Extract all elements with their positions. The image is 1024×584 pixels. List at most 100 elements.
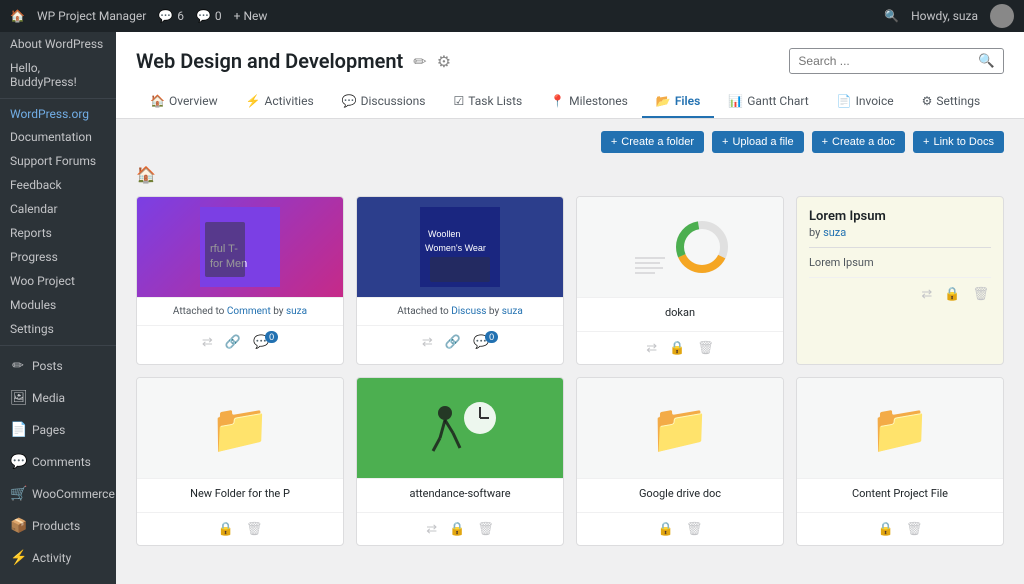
move-file-1[interactable]: ⇄	[200, 332, 215, 352]
lock-attendance[interactable]: 🔒	[447, 519, 467, 539]
user-greeting: Howdy, suza	[911, 9, 978, 23]
delete-file-3[interactable]: 🗑	[695, 338, 716, 358]
file-thumbnail-attendance	[357, 378, 563, 478]
delete-attendance[interactable]: 🗑	[475, 519, 496, 539]
comments-icon: 💬	[10, 454, 26, 470]
lorem-lock[interactable]: 🔒	[942, 284, 962, 304]
lock-content-project[interactable]: 🔒	[876, 519, 896, 539]
sidebar-emails[interactable]: ✉ Emails	[0, 574, 116, 584]
sidebar-modules[interactable]: Modules	[0, 293, 116, 317]
tab-milestones[interactable]: 📍 Milestones	[536, 86, 642, 118]
suza-link-1[interactable]: suza	[286, 306, 307, 317]
file-thumbnail-content-project: 📁	[797, 378, 1003, 478]
tab-overview[interactable]: 🏠 Overview	[136, 86, 232, 118]
products-icon: 📦	[10, 518, 26, 534]
upload-file-icon: +	[722, 136, 728, 148]
content-area: Web Design and Development ✏ ⚙ 🔍 🏠 Overv…	[116, 32, 1024, 584]
tab-task-lists[interactable]: ☑ Task Lists	[439, 86, 536, 118]
sidebar-progress[interactable]: Progress	[0, 245, 116, 269]
sidebar-calendar[interactable]: Calendar	[0, 197, 116, 221]
sidebar-reports[interactable]: Reports	[0, 221, 116, 245]
file-actions-new-folder: 🔒 🗑	[137, 512, 343, 545]
sidebar-activity[interactable]: ⚡ Activity	[0, 542, 116, 574]
search-input[interactable]	[790, 50, 970, 72]
comment-file-2[interactable]: 💬0	[471, 332, 500, 352]
edit-title-icon[interactable]: ✏	[413, 52, 426, 71]
discuss-link[interactable]: Discuss	[451, 306, 486, 317]
comment-count[interactable]: 💬 6	[158, 9, 184, 23]
search-icon[interactable]: 🔍	[884, 9, 899, 23]
sidebar-posts[interactable]: ✏ Posts	[0, 350, 116, 382]
sidebar-about-wordpress[interactable]: About WordPress	[0, 32, 116, 56]
tab-activities[interactable]: ⚡ Activities	[232, 86, 328, 118]
move-file-3[interactable]: ⇄	[644, 338, 659, 358]
project-header: Web Design and Development ✏ ⚙ 🔍 🏠 Overv…	[116, 32, 1024, 119]
admin-bar: 🏠 WP Project Manager 💬 6 💬 0 + New 🔍 How…	[0, 0, 1024, 32]
delete-folder-1[interactable]: 🗑	[244, 519, 265, 539]
lorem-actions: ⇄ 🔒 🗑	[809, 277, 991, 304]
file-grid-row1: rful T- for Men Attached to Comment by s…	[136, 196, 1004, 365]
tab-settings[interactable]: ⚙ Settings	[908, 86, 995, 118]
sidebar-wordpress-org[interactable]: WordPress.org	[0, 103, 116, 125]
sidebar-pages[interactable]: 📄 Pages	[0, 414, 116, 446]
sidebar-woocommerce[interactable]: 🛒 WooCommerce	[0, 478, 116, 510]
link-to-docs-button[interactable]: + Link to Docs	[913, 131, 1004, 153]
link-file-2[interactable]: 🔗	[443, 332, 463, 352]
lorem-delete[interactable]: 🗑	[970, 284, 991, 304]
move-attendance[interactable]: ⇄	[424, 519, 439, 539]
sidebar-comments[interactable]: 💬 Comments	[0, 446, 116, 478]
search-button[interactable]: 🔍	[970, 49, 1003, 73]
file-info-google-drive: Google drive doc	[577, 478, 783, 512]
comment-link[interactable]: Comment	[227, 306, 271, 317]
posts-icon: ✏	[10, 358, 26, 374]
comment-badge-2: 0	[485, 331, 498, 343]
move-file-2[interactable]: ⇄	[420, 332, 435, 352]
avatar[interactable]	[990, 4, 1014, 28]
file-thumbnail-womens: Woollen Women's Wear	[357, 197, 563, 297]
sidebar-documentation[interactable]: Documentation	[0, 125, 116, 149]
sidebar-settings[interactable]: Settings	[0, 317, 116, 341]
sidebar-hello-buddypress[interactable]: Hello, BuddyPress!	[0, 56, 116, 94]
sidebar-feedback[interactable]: Feedback	[0, 173, 116, 197]
lock-file-3[interactable]: 🔒	[667, 338, 687, 358]
comment-badge-1: 0	[265, 331, 278, 343]
suza-link-2[interactable]: suza	[502, 306, 523, 317]
activity-icon: ⚡	[10, 550, 26, 566]
lorem-user-link[interactable]: suza	[823, 226, 846, 239]
tab-discussions[interactable]: 💬 Discussions	[328, 86, 440, 118]
file-actions-attendance: ⇄ 🔒 🗑	[357, 512, 563, 545]
svg-text:Woollen: Woollen	[428, 229, 460, 239]
project-search[interactable]: 🔍	[789, 48, 1004, 74]
breadcrumb-home-icon[interactable]: 🏠	[136, 165, 156, 184]
project-settings-icon[interactable]: ⚙	[437, 52, 451, 71]
lorem-body: Lorem Ipsum	[809, 256, 991, 269]
upload-file-button[interactable]: + Upload a file	[712, 131, 804, 153]
delete-content-project[interactable]: 🗑	[904, 519, 925, 539]
sidebar-support-forums[interactable]: Support Forums	[0, 149, 116, 173]
tab-gantt-chart[interactable]: 📊 Gantt Chart	[714, 86, 822, 118]
sidebar-media[interactable]: 🖼 Media	[0, 382, 116, 414]
comment-file-1[interactable]: 💬0	[251, 332, 280, 352]
tab-files[interactable]: 📂 Files	[642, 86, 714, 118]
lock-google-drive[interactable]: 🔒	[656, 519, 676, 539]
file-card-dokan: dokan ⇄ 🔒 🗑	[576, 196, 784, 365]
tab-invoice[interactable]: 📄 Invoice	[823, 86, 908, 118]
lorem-move[interactable]: ⇄	[919, 284, 934, 304]
sidebar-products[interactable]: 📦 Products	[0, 510, 116, 542]
lock-folder-1[interactable]: 🔒	[216, 519, 236, 539]
wp-logo[interactable]: 🏠	[10, 9, 25, 23]
file-info-attendance: attendance-software	[357, 478, 563, 512]
folder-icon-1: 📁	[210, 400, 270, 457]
create-doc-button[interactable]: + Create a doc	[812, 131, 905, 153]
milestones-icon: 📍	[550, 94, 565, 108]
file-thumbnail-new-folder: 📁	[137, 378, 343, 478]
delete-google-drive[interactable]: 🗑	[684, 519, 705, 539]
link-file-1[interactable]: 🔗	[223, 332, 243, 352]
update-count[interactable]: 💬 0	[196, 9, 222, 23]
site-name[interactable]: WP Project Manager	[37, 9, 146, 23]
sidebar-woo-project[interactable]: Woo Project	[0, 269, 116, 293]
file-info-content-project: Content Project File	[797, 478, 1003, 512]
link-to-docs-icon: +	[923, 136, 929, 148]
create-folder-button[interactable]: + Create a folder	[601, 131, 704, 153]
new-button[interactable]: + New	[234, 9, 268, 23]
